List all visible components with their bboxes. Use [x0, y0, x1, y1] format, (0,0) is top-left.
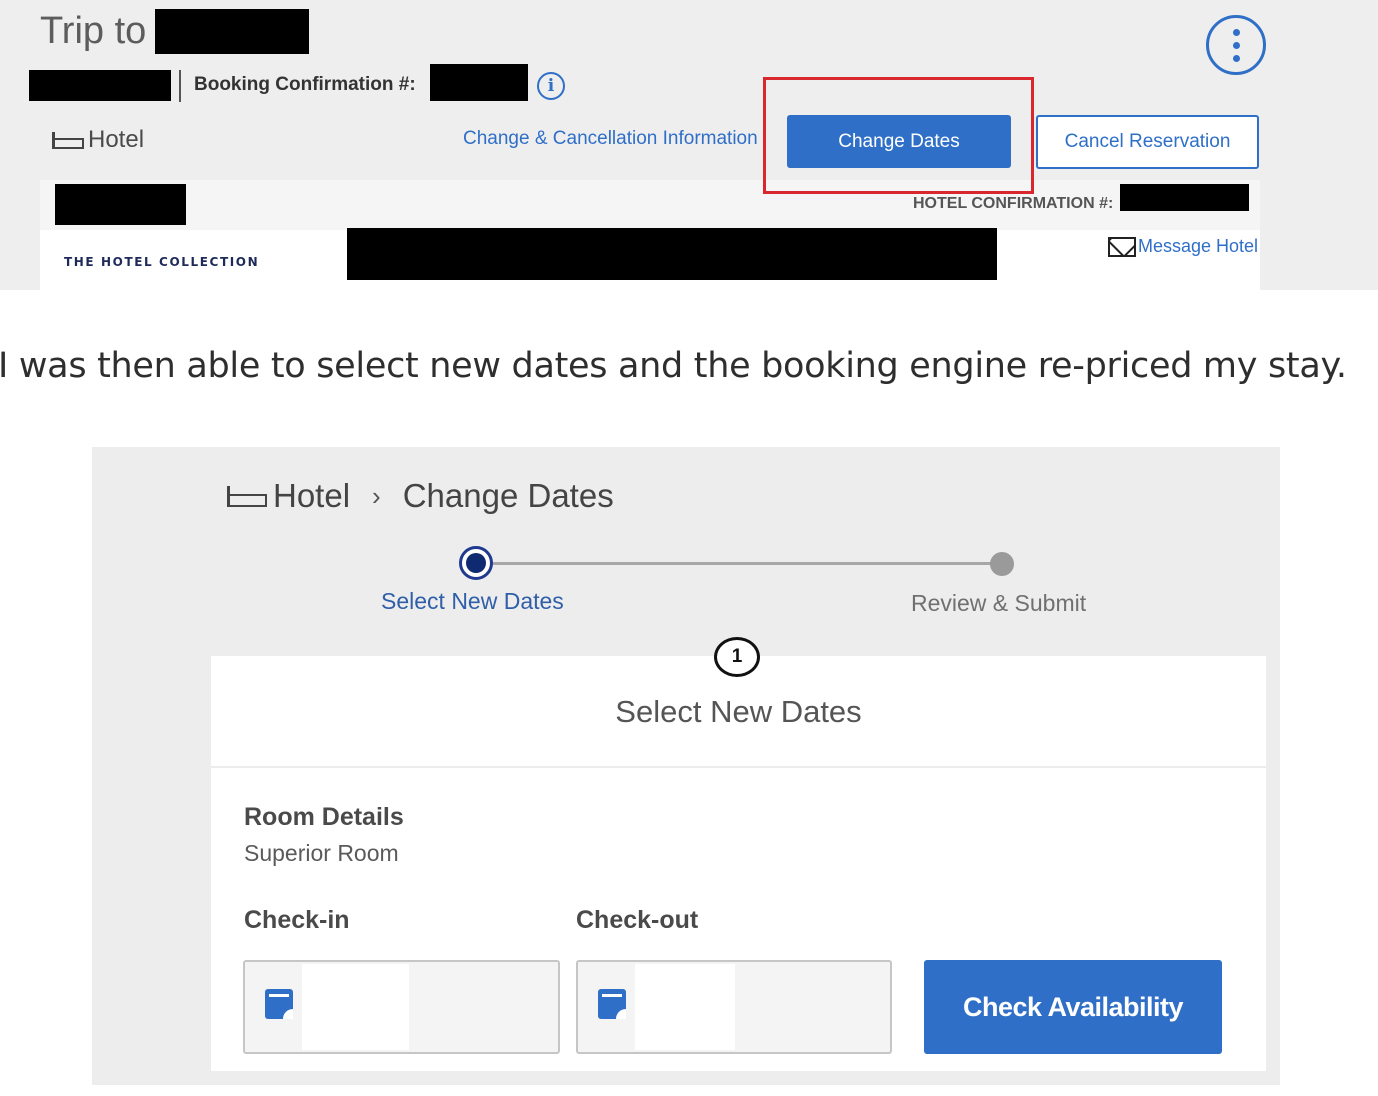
checkin-date-value — [302, 964, 409, 1050]
breadcrumb-current: Change Dates — [402, 477, 614, 514]
hotel-confirmation-label: HOTEL CONFIRMATION #: — [913, 195, 1114, 212]
more-options-icon[interactable] — [1206, 15, 1266, 75]
change-dates-button[interactable]: Change Dates — [787, 115, 1011, 168]
step-number-badge: 1 — [714, 637, 760, 677]
booking-confirmation-label: Booking Confirmation #: — [194, 74, 416, 95]
trip-title: Trip to — [40, 10, 147, 52]
chevron-right-icon: › — [372, 480, 381, 511]
product-type-label: Hotel — [52, 126, 144, 154]
bed-icon — [227, 486, 267, 507]
change-cancellation-info-link[interactable]: Change & Cancellation Information — [463, 128, 758, 150]
checkout-date-value — [635, 964, 735, 1050]
divider — [179, 70, 181, 102]
mail-icon — [1108, 236, 1136, 257]
message-hotel-link[interactable]: Message Hotel — [1108, 236, 1258, 257]
room-type-value: Superior Room — [244, 840, 399, 866]
redacted-hotel-confirmation — [1120, 184, 1249, 211]
blog-caption: I was then able to select new dates and … — [0, 346, 1347, 386]
message-hotel-label: Message Hotel — [1138, 236, 1259, 256]
redacted-trip-dates — [29, 70, 171, 101]
step-label-review-submit: Review & Submit — [911, 590, 1087, 616]
redacted-hotel-address — [347, 228, 997, 280]
stepper-track — [477, 562, 1002, 565]
change-dates-screenshot: Hotel › Change Dates Select New Dates Re… — [92, 447, 1280, 1085]
info-icon[interactable]: i — [537, 72, 565, 100]
redacted-booking-number — [430, 64, 528, 101]
step-indicator-inactive — [990, 552, 1014, 576]
step-indicator-active — [459, 546, 493, 580]
checkout-date-field[interactable] — [576, 960, 892, 1054]
bed-icon — [52, 132, 84, 149]
trip-details-screenshot: Trip to Booking Confirmation #: i Hotel … — [0, 0, 1378, 290]
step-label-select-dates: Select New Dates — [381, 588, 564, 614]
panel-title: Select New Dates — [615, 694, 862, 729]
calendar-icon — [265, 989, 293, 1019]
breadcrumb-hotel[interactable]: Hotel — [273, 477, 350, 515]
redacted-destination — [155, 9, 309, 54]
breadcrumb: Hotel › Change Dates — [227, 477, 614, 515]
hotel-label: Hotel — [88, 126, 145, 153]
check-availability-button[interactable]: Check Availability — [924, 960, 1222, 1054]
cancel-reservation-button[interactable]: Cancel Reservation — [1036, 115, 1259, 169]
room-details-heading: Room Details — [244, 803, 404, 831]
divider — [211, 766, 1266, 768]
redacted-hotel-name — [55, 184, 186, 225]
checkout-label: Check-out — [576, 906, 699, 934]
checkin-date-field[interactable] — [243, 960, 560, 1054]
hotel-collection-logo: THE HOTEL COLLECTION — [64, 255, 260, 269]
select-dates-panel: 1 Select New Dates Room Details Superior… — [211, 637, 1266, 1071]
calendar-icon — [598, 989, 626, 1019]
checkin-label: Check-in — [244, 906, 350, 934]
